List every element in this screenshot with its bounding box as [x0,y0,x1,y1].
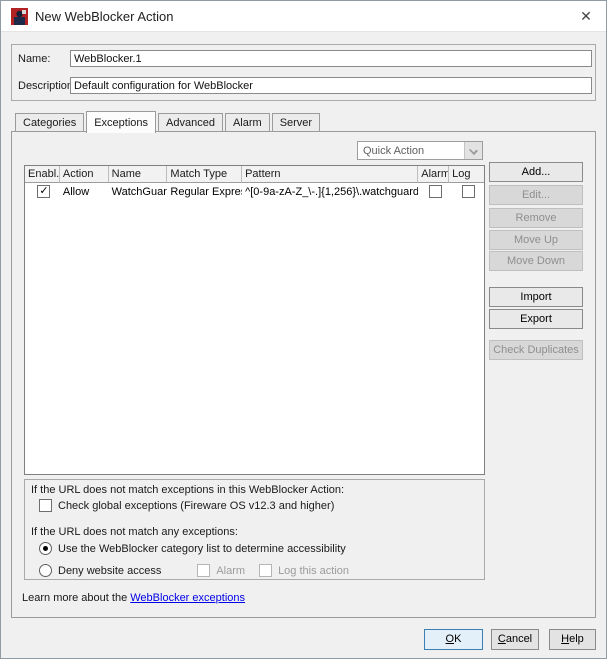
col-header-log[interactable]: Log [449,166,484,183]
row-enabled-checkbox[interactable]: ✓ [37,185,50,198]
col-header-action[interactable]: Action [60,166,109,183]
row-pattern-cell: ^[0-9a-zA-Z_\-.]{1,256}\.watchguard\.c..… [242,186,418,198]
tab-advanced[interactable]: Advanced [158,113,223,132]
row-name-cell: WatchGuard [109,186,168,198]
quick-action-selected-value: Quick Action [363,145,424,157]
deny-log-label: Log this action [278,565,349,577]
col-header-name[interactable]: Name [109,166,168,183]
exceptions-tab-panel: Quick Action Enabl... Action Name Match … [11,131,596,618]
col-header-alarm[interactable]: Alarm [418,166,449,183]
description-label: Description: [18,80,76,92]
global-exceptions-option[interactable]: Check global exceptions (Fireware OS v12… [39,499,334,512]
no-match-any-heading: If the URL does not match any exceptions… [31,526,238,538]
quick-action-dropdown[interactable]: Quick Action [357,141,483,160]
row-action-cell: Allow [60,186,109,198]
deny-access-option[interactable]: Deny website access Alarm Log this actio… [39,564,349,577]
table-header-row: Enabl... Action Name Match Type Pattern … [25,166,484,183]
move-up-button: Move Up [489,230,583,250]
deny-log-checkbox [259,564,272,577]
category-list-label: Use the WebBlocker category list to dete… [58,543,346,555]
check-duplicates-button: Check Duplicates [489,340,583,360]
tab-exceptions[interactable]: Exceptions [86,111,156,133]
chevron-down-icon [469,146,478,155]
dialog-new-webblocker-action: New WebBlocker Action ✕ Name: Descriptio… [0,0,607,659]
row-log-checkbox[interactable] [462,185,475,198]
ok-button[interactable]: OK [424,629,483,650]
row-alarm-checkbox[interactable] [429,185,442,198]
deny-alarm-label: Alarm [216,565,245,577]
cancel-button[interactable]: Cancel [491,629,539,650]
import-button[interactable]: Import [489,287,583,307]
deny-alarm-checkbox [197,564,210,577]
description-field[interactable] [70,77,592,94]
url-options-groupbox: If the URL does not match exceptions in … [24,479,485,580]
move-down-button: Move Down [489,251,583,271]
category-list-option[interactable]: Use the WebBlocker category list to dete… [39,542,346,555]
learn-more-prefix: Learn more about the [22,592,130,604]
window-title: New WebBlocker Action [35,9,174,24]
webblocker-exceptions-link[interactable]: WebBlocker exceptions [130,592,245,604]
no-match-action-heading: If the URL does not match exceptions in … [31,484,344,496]
export-button[interactable]: Export [489,309,583,329]
tab-alarm[interactable]: Alarm [225,113,270,132]
deny-access-radio[interactable] [39,564,52,577]
close-icon[interactable]: ✕ [572,4,600,28]
name-label: Name: [18,53,50,65]
tab-categories[interactable]: Categories [15,113,84,132]
identity-groupbox: Name: Description: [11,44,596,101]
edit-button: Edit... [489,185,583,205]
tab-server[interactable]: Server [272,113,320,132]
title-bar: New WebBlocker Action ✕ [1,1,606,32]
tab-strip: Categories Exceptions Advanced Alarm Ser… [15,110,322,132]
watchguard-app-icon [11,8,28,25]
global-exceptions-label: Check global exceptions (Fireware OS v12… [58,500,334,512]
add-button[interactable]: Add... [489,162,583,182]
col-header-pattern[interactable]: Pattern [242,166,418,183]
dropdown-button[interactable] [464,142,482,159]
category-list-radio[interactable] [39,542,52,555]
row-match-type-cell: Regular Expres... [167,186,242,198]
exceptions-table[interactable]: Enabl... Action Name Match Type Pattern … [24,165,485,475]
remove-button: Remove [489,208,583,228]
learn-more-line: Learn more about the WebBlocker exceptio… [22,592,245,604]
col-header-match-type[interactable]: Match Type [167,166,242,183]
name-field[interactable] [70,50,592,67]
global-exceptions-checkbox[interactable] [39,499,52,512]
deny-access-label: Deny website access [58,565,161,577]
table-row[interactable]: ✓ Allow WatchGuard Regular Expres... ^[0… [25,183,484,200]
col-header-enabled[interactable]: Enabl... [25,166,60,183]
help-button[interactable]: Help [549,629,596,650]
